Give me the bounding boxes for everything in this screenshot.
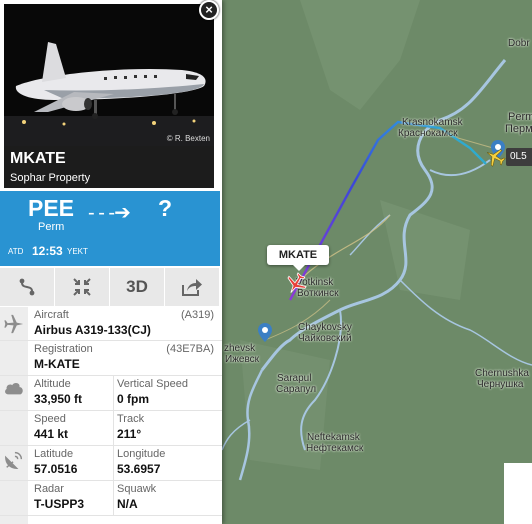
flight-info-panel: © R. Bexten × MKATE Sophar Property PEE … bbox=[0, 0, 222, 524]
column-divider bbox=[113, 411, 114, 446]
latitude-label: Latitude bbox=[34, 448, 74, 460]
city-perm-en: Perm bbox=[508, 111, 532, 123]
route-arrow: - - -➔ bbox=[88, 202, 131, 224]
track-value: 211° bbox=[117, 427, 142, 441]
altitude-row: Altitude 33,950 ft Vertical Speed 0 fpm bbox=[0, 376, 222, 411]
flight-label[interactable]: MKATE bbox=[267, 245, 329, 271]
city-sarapul-ru: Сарапул bbox=[276, 384, 317, 395]
airline-name: Sophar Property bbox=[10, 172, 91, 184]
city-dobrl: Dobr bbox=[508, 38, 530, 49]
track-label: Track bbox=[117, 413, 145, 425]
radar-row: Radar T-USPP3 Squawk N/A bbox=[0, 481, 222, 516]
city-krasnokamsk-ru: Краснокамск bbox=[398, 128, 458, 139]
atd-time: 12:53 bbox=[32, 244, 63, 258]
squawk-value: N/A bbox=[117, 497, 138, 511]
route-icon bbox=[19, 278, 35, 296]
aircraft-photo[interactable]: © R. Bexten bbox=[4, 4, 214, 146]
column-divider bbox=[113, 446, 114, 481]
city-izhevsk-en: zhevsk bbox=[224, 343, 256, 354]
city-krasnokamsk-en: Krasnokamsk bbox=[402, 117, 463, 128]
aircraft-photo-image bbox=[4, 4, 214, 146]
flight-title-bar: MKATE Sophar Property bbox=[4, 146, 214, 188]
collapse-icon bbox=[73, 278, 91, 296]
vertical-speed-value: 0 fpm bbox=[117, 392, 150, 406]
longitude-label: Longitude bbox=[117, 448, 166, 460]
city-izhevsk-ru: Ижевск bbox=[225, 354, 260, 365]
registration-label: Registration bbox=[34, 343, 93, 355]
callsign: MKATE bbox=[10, 150, 66, 167]
map-corner-blank bbox=[504, 463, 532, 524]
origin-city: Perm bbox=[38, 221, 65, 233]
origin-code[interactable]: PEE bbox=[28, 195, 74, 222]
radar-value: T-USPP3 bbox=[34, 497, 85, 511]
column-divider bbox=[113, 376, 114, 411]
speed-label: Speed bbox=[34, 413, 66, 425]
speed-value: 441 kt bbox=[34, 427, 69, 441]
location-pin-icon[interactable] bbox=[258, 323, 272, 342]
position-row: Latitude 57.0516 Longitude 53.6957 bbox=[0, 446, 222, 481]
city-neftekamsk-en: Neftekamsk bbox=[307, 432, 360, 443]
registration-row: Registration M-KATE (43E7BA) bbox=[0, 341, 222, 376]
city-sarapul-en: Sarapul bbox=[277, 373, 312, 384]
squawk-label: Squawk bbox=[117, 483, 157, 495]
3d-view-button[interactable]: 3D bbox=[110, 268, 165, 306]
city-chaykovsky-ru: Чайковский bbox=[298, 333, 352, 344]
city-perm-ru: Перм bbox=[505, 123, 532, 135]
city-chernushka-ru: Чернушка bbox=[477, 379, 524, 390]
vertical-speed-label: Vertical Speed bbox=[117, 378, 188, 390]
collapse-button[interactable] bbox=[55, 268, 110, 306]
panel-toolbar: 3D bbox=[0, 268, 222, 306]
share-button[interactable] bbox=[165, 268, 220, 306]
aircraft-row: Aircraft Airbus A319-133(CJ) (A319) bbox=[0, 307, 222, 341]
route-box: PEE Perm - - -➔ ? ATD 12:53 YEKT bbox=[0, 191, 220, 266]
destination-code: ? bbox=[158, 195, 173, 221]
selected-aircraft-icon[interactable] bbox=[284, 272, 308, 296]
latitude-value: 57.0516 bbox=[34, 462, 78, 476]
aircraft-value: Airbus A319-133(CJ) bbox=[34, 323, 151, 337]
flight-details: Aircraft Airbus A319-133(CJ) (A319) Regi… bbox=[0, 307, 222, 516]
column-divider bbox=[113, 481, 114, 516]
city-chaykovsky-en: Chaykovsky bbox=[298, 322, 352, 333]
speed-row: Speed 441 kt Track 211° bbox=[0, 411, 222, 446]
close-button[interactable]: × bbox=[199, 0, 219, 20]
other-aircraft-icon[interactable] bbox=[484, 146, 506, 168]
registration-value: M-KATE bbox=[34, 357, 80, 371]
aircraft-label: Aircraft bbox=[34, 309, 69, 321]
city-chernushka-en: Chernushka bbox=[475, 368, 529, 379]
longitude-value: 53.6957 bbox=[117, 462, 161, 476]
altitude-value: 33,950 ft bbox=[34, 392, 83, 406]
radar-label: Radar bbox=[34, 483, 64, 495]
atd-timezone: YEKT bbox=[67, 247, 88, 256]
route-button[interactable] bbox=[0, 268, 55, 306]
city-neftekamsk-ru: Нефтекамск bbox=[306, 443, 364, 454]
share-icon bbox=[182, 279, 202, 296]
photo-credit: © R. Bexten bbox=[166, 134, 210, 143]
other-aircraft-tag[interactable]: 0L5 bbox=[506, 148, 532, 166]
aircraft-code: (A319) bbox=[180, 309, 214, 321]
registration-code: (43E7BA) bbox=[166, 343, 214, 355]
atd-label: ATD bbox=[8, 247, 24, 256]
altitude-label: Altitude bbox=[34, 378, 71, 390]
